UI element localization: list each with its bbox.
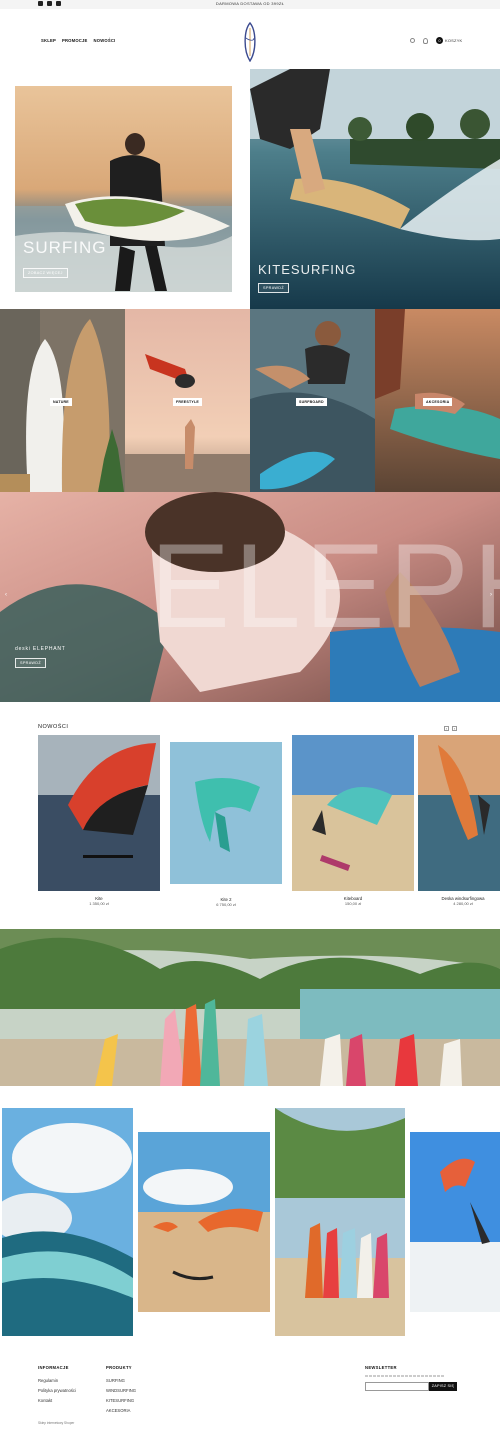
- banner-prev-icon[interactable]: ‹: [5, 592, 7, 598]
- category-accessories-label: AKCESORIA: [423, 398, 453, 406]
- beach-kites-photo: [138, 1132, 270, 1312]
- product-price: 1 350,00 zł: [89, 901, 109, 906]
- product-image: [170, 742, 282, 884]
- newsletter-submit-button[interactable]: ZAPISZ SIĘ: [429, 1382, 457, 1391]
- header-icons: 0 KOSZYK: [410, 37, 462, 44]
- footer-link-accessories[interactable]: AKCESORIA: [106, 1408, 136, 1413]
- product-card[interactable]: Kiteboard 150,00 zł: [292, 735, 414, 906]
- surf-shop-banner: [0, 929, 500, 1086]
- newsletter-note: [365, 1375, 445, 1377]
- elephant-banner[interactable]: ELEPHA ‹ › deski ELEPHANT SPRAWDŹ: [0, 492, 500, 702]
- elephant-watermark: ELEPHA: [150, 519, 500, 653]
- product-image: [418, 735, 500, 891]
- product-image: [292, 735, 414, 891]
- footer-link-privacy[interactable]: Polityka prywatności: [38, 1388, 76, 1393]
- promo-text: DARMOWA DOSTAWA OD 399zł: [215, 1, 285, 6]
- gallery-image[interactable]: [275, 1108, 405, 1336]
- nav-item-new[interactable]: NOWOŚCI: [94, 38, 116, 43]
- wave-photo: [2, 1108, 133, 1336]
- gallery-image[interactable]: [410, 1132, 500, 1312]
- footer-link-terms[interactable]: Regulamin: [38, 1378, 76, 1383]
- products-title: NOWOŚCI: [38, 724, 69, 730]
- footer-link-windsurfing[interactable]: WINDSURFING: [106, 1388, 136, 1393]
- surfing-photo: [15, 86, 232, 292]
- product-price: 150,00 zł: [344, 901, 362, 906]
- newsletter-email-input[interactable]: [365, 1382, 429, 1391]
- main-nav: SKLEP PROMOCJE NOWOŚCI: [41, 38, 115, 43]
- gallery-image[interactable]: [2, 1108, 133, 1336]
- category-freestyle[interactable]: FREESTYLE: [125, 309, 250, 492]
- footer-products: PRODUKTY SURFING WINDSURFING KITESURFING…: [106, 1365, 136, 1413]
- user-icon[interactable]: [423, 37, 428, 44]
- footer-info-title: INFORMACJE: [38, 1365, 69, 1370]
- product-price: 6 750,00 zł: [216, 902, 236, 907]
- footer-link-contact[interactable]: Kontakt: [38, 1398, 76, 1403]
- nav-item-shop[interactable]: SKLEP: [41, 38, 56, 43]
- product-image: [38, 735, 160, 891]
- product-price: 4 280,00 zł: [453, 901, 473, 906]
- top-bar: DARMOWA DOSTAWA OD 399zł: [0, 0, 500, 9]
- cart-label: KOSZYK: [445, 38, 463, 43]
- footer-copyright[interactable]: Sklep internetowy Shoper: [38, 1421, 74, 1425]
- footer-products-title: PRODUKTY: [106, 1365, 132, 1370]
- footer-info: INFORMACJE Regulamin Polityka prywatnośc…: [38, 1365, 76, 1403]
- gallery-image[interactable]: [138, 1132, 270, 1312]
- category-surfboard[interactable]: SURFBOARD: [250, 309, 375, 492]
- products-prev-button[interactable]: ‹: [444, 726, 449, 731]
- cart-button[interactable]: 0 KOSZYK: [436, 37, 462, 44]
- kitesurfing-title: KITESURFING: [258, 262, 357, 277]
- kitesurfing-check-button[interactable]: SPRAWDŹ: [258, 283, 289, 293]
- search-icon[interactable]: [410, 38, 415, 43]
- kite-jump-photo: [410, 1132, 500, 1312]
- product-card[interactable]: Kite 2 6 750,00 zł: [170, 742, 282, 907]
- banner-next-icon[interactable]: ›: [490, 592, 492, 598]
- surfing-title: SURFING: [23, 238, 107, 257]
- elephant-check-button[interactable]: SPRAWDŹ: [15, 658, 46, 668]
- nav-item-promotions[interactable]: PROMOCJE: [62, 38, 88, 43]
- product-card[interactable]: Kite 1 350,00 zł: [38, 735, 160, 906]
- category-freestyle-label: FREESTYLE: [173, 398, 202, 406]
- footer-newsletter: NEWSLETTER ZAPISZ SIĘ: [365, 1365, 457, 1391]
- category-nature[interactable]: NATURE: [0, 309, 125, 492]
- hero-kitesurfing[interactable]: KITESURFING SPRAWDŹ: [250, 69, 500, 309]
- surf-shop-photo: [0, 929, 500, 1086]
- logo[interactable]: [240, 22, 260, 62]
- products-next-button[interactable]: ›: [452, 726, 457, 731]
- cart-count: 0: [436, 37, 443, 44]
- footer-link-surfing[interactable]: SURFING: [106, 1378, 136, 1383]
- category-surfboard-label: SURFBOARD: [296, 398, 327, 406]
- elephant-label: deski ELEPHANT: [15, 646, 66, 652]
- footer-link-kitesurfing[interactable]: KITESURFING: [106, 1398, 136, 1403]
- hero-surfing[interactable]: SURFING ZOBACZ WIĘCEJ: [15, 86, 232, 292]
- category-nature-label: NATURE: [50, 398, 72, 406]
- surfing-more-button[interactable]: ZOBACZ WIĘCEJ: [23, 268, 68, 278]
- category-accessories[interactable]: AKCESORIA: [375, 309, 500, 492]
- newsletter-title: NEWSLETTER: [365, 1365, 397, 1370]
- boards-palms-photo: [275, 1108, 405, 1336]
- product-card[interactable]: Deska windsurfingowa 4 280,00 zł: [418, 735, 500, 906]
